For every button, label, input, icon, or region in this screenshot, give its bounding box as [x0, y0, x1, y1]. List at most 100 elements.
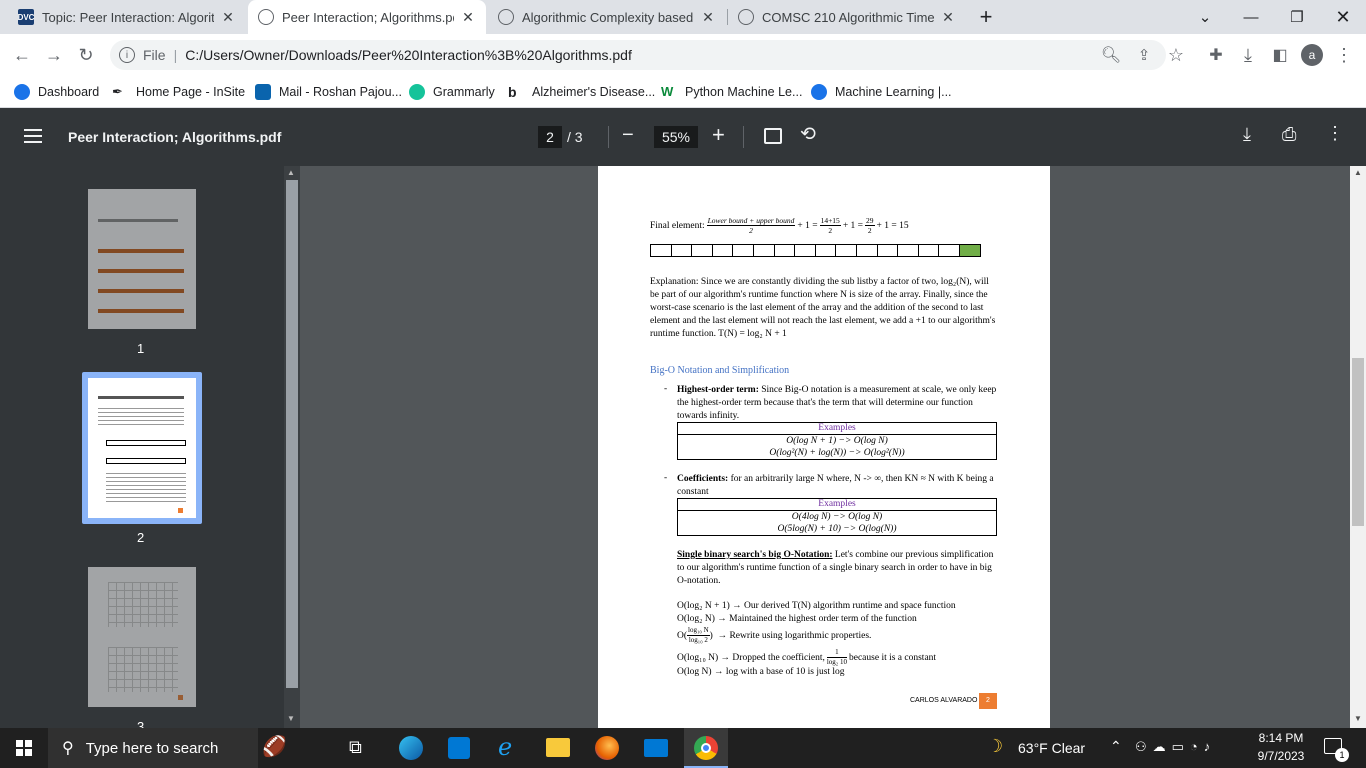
chrome-taskbar-button[interactable] [684, 728, 728, 768]
edge-icon[interactable] [399, 736, 423, 760]
pen-icon: ✒ [112, 84, 123, 99]
array-cells [650, 244, 981, 257]
outlook-icon [255, 84, 271, 100]
system-tray-icons[interactable]: ⚇☁▭◔♪ [1135, 739, 1216, 755]
notification-badge: 1 [1335, 748, 1349, 762]
taskbar-search[interactable]: ⚲ Type here to search [48, 728, 258, 768]
forward-button[interactable]: → [41, 42, 67, 68]
tab-title: Algorithmic Complexity based on [522, 9, 694, 25]
sidebar-scrollbar[interactable]: ▲ ▼ [284, 166, 300, 728]
task-view-icon[interactable]: ⧉ [349, 737, 362, 758]
fit-page-icon[interactable] [764, 128, 782, 144]
clock-date[interactable]: 9/7/2023 [1254, 749, 1308, 763]
url-text[interactable]: C:/Users/Owner/Downloads/Peer%20Interact… [185, 47, 632, 63]
zoom-in-button[interactable]: + [712, 122, 725, 148]
page-number-input[interactable]: 2 [538, 126, 562, 148]
zoom-level-input[interactable]: 55% [654, 126, 698, 148]
bookmark-insite[interactable]: ✒ Home Page - InSite [112, 82, 245, 102]
bookmark-star-icon[interactable]: ☆ [1163, 42, 1189, 68]
page-thumbnail-1[interactable] [88, 189, 196, 329]
back-button[interactable]: ← [9, 42, 35, 68]
weather-icon[interactable]: ☽ [987, 736, 1003, 757]
bookmark-alzheimers[interactable]: b Alzheimer's Disease... [508, 82, 655, 102]
close-icon[interactable]: ✕ [460, 9, 476, 26]
download-icon[interactable]: ⤓ [1243, 124, 1251, 145]
thumbnail-label: 3 [137, 719, 145, 728]
more-options-icon[interactable]: ⋮ [1326, 123, 1344, 144]
pdf-viewer: Final element: Lower bound + upper bound… [300, 166, 1350, 728]
footer-page-number: 2 [979, 693, 997, 709]
extensions-icon[interactable]: ✚ [1203, 42, 1229, 68]
dashboard-icon [14, 84, 30, 100]
derivation-line-5: O(log N) → log with a base of 10 is just… [677, 667, 845, 677]
zoom-icon[interactable]: 🔍︎ [1098, 42, 1124, 68]
derivation-line-1: O(log₂ N + 1) → Our derived T(N) algorit… [677, 601, 956, 611]
c-icon [811, 84, 827, 100]
close-window-button[interactable]: ✕ [1320, 0, 1366, 34]
scheme-label: File [143, 47, 166, 63]
store-icon[interactable] [448, 737, 470, 759]
derivation-line-2: O(log₂ N) → Maintained the highest order… [677, 614, 917, 624]
close-icon[interactable]: ✕ [700, 9, 716, 26]
derivation-line-3: O(log₁₀ Nlog₁₀ 2) → Rewrite using logari… [677, 626, 872, 644]
derivation-line-4: O(log₁₀ N) → Dropped the coefficient, 1l… [677, 648, 937, 666]
minimize-button[interactable]: — [1228, 0, 1274, 34]
rotate-icon[interactable]: ⟲ [800, 123, 816, 146]
bookmarks-bar: Dashboard ✒ Home Page - InSite Mail - Ros… [0, 76, 1366, 108]
bookmark-mail[interactable]: Mail - Roshan Pajou... [255, 82, 402, 102]
close-icon[interactable]: ✕ [940, 9, 956, 26]
tab-pdf[interactable]: Peer Interaction; Algorithms.pdf ✕ [248, 0, 486, 34]
print-icon[interactable]: ⎙ [1282, 124, 1296, 145]
thumbnail-label: 2 [137, 530, 145, 545]
page-thumbnail-3[interactable] [88, 567, 196, 707]
thumbnail-label: 1 [137, 341, 145, 356]
close-icon[interactable]: ✕ [220, 9, 236, 26]
avatar[interactable]: a [1301, 44, 1323, 66]
file-explorer-icon[interactable] [546, 738, 570, 757]
main-scrollbar[interactable]: ▲ ▼ [1350, 166, 1366, 728]
bookmark-dashboard[interactable]: Dashboard [14, 82, 99, 102]
tab-comsc[interactable]: COMSC 210 Algorithmic Time Co ✕ [728, 0, 966, 34]
address-bar[interactable]: i File | C:/Users/Owner/Downloads/Peer%2… [110, 40, 1166, 70]
bookmark-machine-learning[interactable]: Machine Learning |... [811, 82, 952, 102]
chrome-icon [694, 736, 718, 760]
weather-text[interactable]: 63°F Clear [1018, 740, 1085, 756]
clock-time[interactable]: 8:14 PM [1256, 731, 1306, 745]
tab-search-chevron-icon[interactable]: ⌄ [1182, 0, 1228, 34]
tab-complexity[interactable]: Algorithmic Complexity based on ✕ [488, 0, 726, 34]
pdf-title: Peer Interaction; Algorithms.pdf [68, 129, 282, 145]
football-icon[interactable]: 🏈 [262, 734, 287, 759]
internet-explorer-icon[interactable]: e [498, 733, 512, 761]
scrollbar-thumb[interactable] [1352, 358, 1364, 526]
w-icon: W [661, 84, 674, 99]
bookmark-grammarly[interactable]: Grammarly [409, 82, 495, 102]
reload-button[interactable]: ↻ [73, 42, 99, 68]
windows-start-icon[interactable] [16, 740, 32, 756]
tab-dvc-topic[interactable]: DVC Topic: Peer Interaction: Algorithm ✕ [8, 0, 246, 34]
firefox-icon[interactable] [595, 736, 619, 760]
new-tab-button[interactable]: + [964, 0, 1008, 34]
menu-icon[interactable]: ⋮ [1331, 42, 1357, 68]
side-panel-icon[interactable]: ◧ [1267, 42, 1293, 68]
page-count: / 3 [567, 129, 583, 145]
downloads-icon[interactable]: ⤓ [1235, 42, 1261, 68]
mail-icon[interactable] [644, 739, 668, 757]
thumbnail-sidebar: 1 2 3 [0, 166, 284, 728]
maximize-button[interactable]: ❐ [1274, 0, 1320, 34]
b-icon: b [508, 84, 517, 100]
info-icon[interactable]: i [119, 47, 135, 63]
examples-box-2: Examples O(4log N) −> O(log N) O(5log(N)… [677, 498, 997, 536]
hamburger-menu-icon[interactable] [24, 129, 42, 143]
bookmark-python-ml[interactable]: W Python Machine Le... [661, 82, 802, 102]
coefficients-paragraph: Coefficients: for an arbitrarily large N… [677, 474, 994, 497]
globe-icon [738, 9, 754, 25]
toolbar: ← → ↻ i File | C:/Users/Owner/Downloads/… [0, 34, 1366, 76]
highest-order-paragraph: Highest-order term: Since Big-O notation… [677, 385, 997, 421]
share-icon[interactable]: ⇪ [1131, 42, 1157, 68]
final-element-formula: Final element: Lower bound + upper bound… [650, 216, 909, 235]
chevron-up-icon[interactable]: ⌃ [1110, 738, 1122, 755]
page-thumbnail-2[interactable] [82, 372, 202, 524]
zoom-out-button[interactable]: − [622, 124, 634, 147]
tab-title: Topic: Peer Interaction: Algorithm [42, 9, 214, 25]
explanation-text: Explanation: Since we are constantly div… [650, 277, 996, 339]
